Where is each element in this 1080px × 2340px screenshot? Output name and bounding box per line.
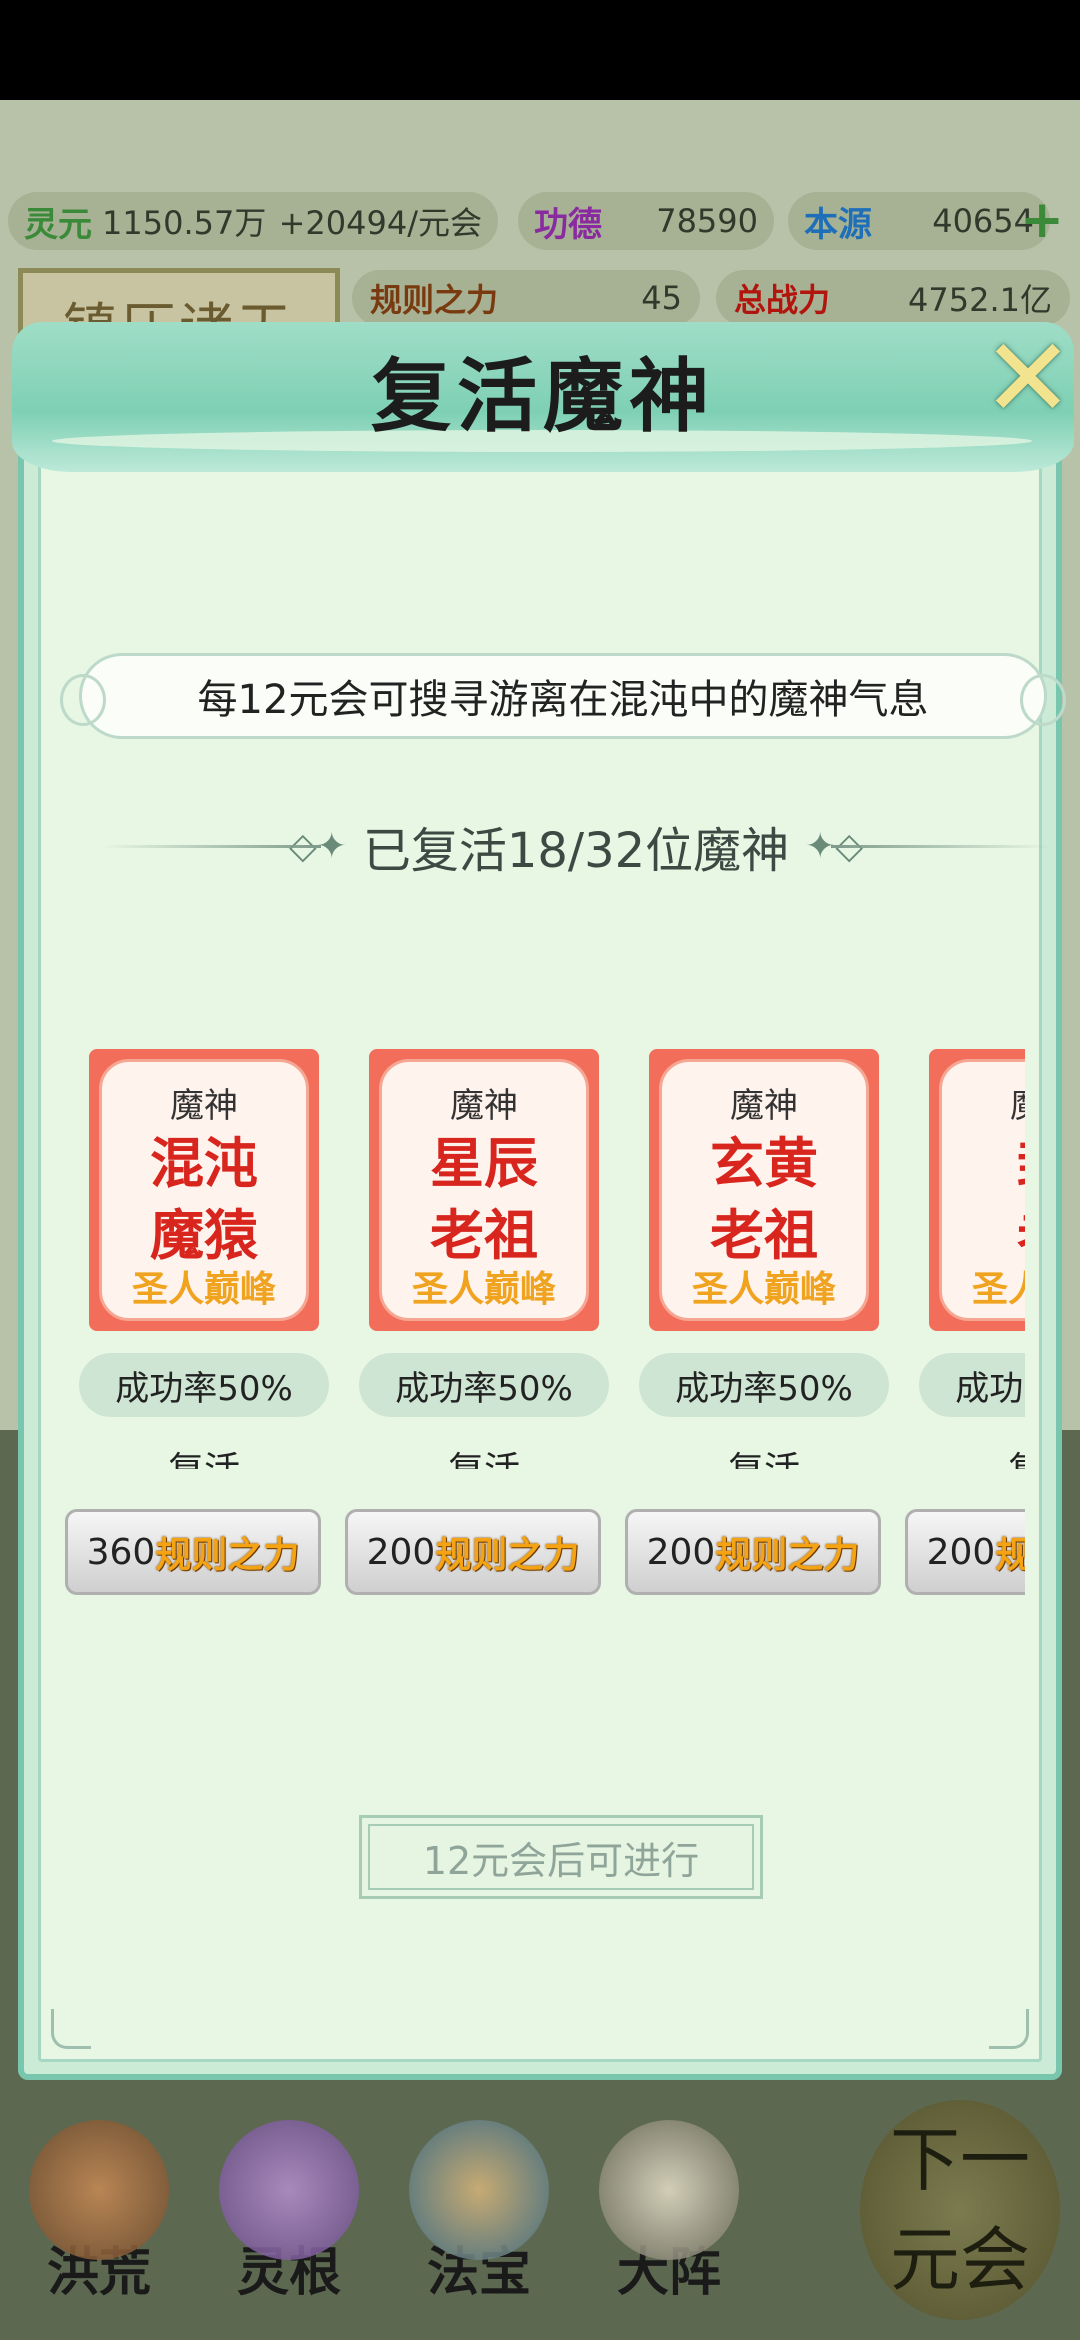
divider-left bbox=[101, 845, 321, 848]
search-later-button[interactable]: 12元会后可进行 bbox=[359, 1815, 763, 1899]
nav-fabao[interactable]: 法宝 bbox=[394, 2120, 564, 2320]
gongde-resource: 功德 78590 bbox=[518, 192, 774, 250]
revive-label: 复活 bbox=[639, 1441, 889, 1469]
revive-cost-list: 360规则之力 200规则之力 200规则之力 200规则之力 bbox=[65, 1509, 1025, 1609]
dialog-title: 复活魔神 bbox=[371, 349, 715, 443]
status-bar bbox=[0, 0, 1080, 100]
revive-label: 复活 bbox=[79, 1441, 329, 1469]
demon-card-face[interactable]: 魔神 混沌 魔猿 圣人巅峰 bbox=[89, 1049, 319, 1331]
success-rate-badge: 成功率50% bbox=[919, 1353, 1025, 1417]
resource-bar: 灵元 1150.57万 +20494/元会 功德 78590 本源 40654 … bbox=[0, 192, 1080, 256]
treasure-icon bbox=[409, 2120, 549, 2260]
add-icon[interactable]: + bbox=[1020, 194, 1064, 246]
revive-label: 复活 bbox=[919, 1441, 1025, 1469]
dialog-body: 每12元会可搜寻游离在混沌中的魔神气息 ◇✦ 已复活18/32位魔神 ✦◇ 魔神… bbox=[38, 446, 1066, 2062]
revive-button[interactable]: 200规则之力 bbox=[345, 1509, 601, 1595]
nav-linggen[interactable]: 灵根 bbox=[204, 2120, 374, 2320]
demon-card-face[interactable]: 魔神 玄黄 老祖 圣人巅峰 bbox=[649, 1049, 879, 1331]
revive-button[interactable]: 200规则之力 bbox=[625, 1509, 881, 1595]
demon-card-face[interactable]: 魔神 星辰 老祖 圣人巅峰 bbox=[369, 1049, 599, 1331]
nav-dazhen[interactable]: 大阵 bbox=[584, 2120, 754, 2320]
info-banner: 每12元会可搜寻游离在混沌中的魔神气息 bbox=[60, 653, 1066, 739]
revive-count: ◇✦ 已复活18/32位魔神 ✦◇ bbox=[101, 811, 1051, 881]
nav-honghuang[interactable]: 洪荒 bbox=[14, 2120, 184, 2320]
lingyuan-resource: 灵元 1150.57万 +20494/元会 bbox=[8, 192, 498, 250]
demon-card-face[interactable]: 魔神 封 老 圣人巅峰 bbox=[929, 1049, 1025, 1331]
success-rate-badge: 成功率50% bbox=[79, 1353, 329, 1417]
next-era-button[interactable]: 下一元会 bbox=[860, 2100, 1060, 2320]
success-rate-badge: 成功率50% bbox=[359, 1353, 609, 1417]
success-rate-badge: 成功率50% bbox=[639, 1353, 889, 1417]
revive-demon-dialog: 每12元会可搜寻游离在混沌中的魔神气息 ◇✦ 已复活18/32位魔神 ✦◇ 魔神… bbox=[12, 322, 1074, 2080]
benyuan-resource: 本源 40654 + bbox=[788, 192, 1064, 250]
revive-button[interactable]: 200规则之力 bbox=[905, 1509, 1025, 1595]
corner-ornament bbox=[51, 2009, 91, 2049]
divider-right bbox=[831, 845, 1051, 848]
demon-card-list: 魔神 混沌 魔猿 圣人巅峰 成功率50% 复活 魔神 星辰 老祖 圣人巅峰 bbox=[65, 1049, 1025, 1469]
taiji-icon bbox=[599, 2120, 739, 2260]
guize-resource: 规则之力 45 bbox=[352, 270, 700, 326]
lotus-icon bbox=[219, 2120, 359, 2260]
mountain-icon bbox=[29, 2120, 169, 2260]
close-icon[interactable]: ✕ bbox=[978, 323, 1078, 433]
corner-ornament bbox=[989, 2009, 1029, 2049]
revive-button[interactable]: 360 规则之力 bbox=[65, 1509, 321, 1595]
revive-label: 复活 bbox=[359, 1441, 609, 1469]
dialog-header: 复活魔神 ✕ bbox=[12, 322, 1074, 472]
